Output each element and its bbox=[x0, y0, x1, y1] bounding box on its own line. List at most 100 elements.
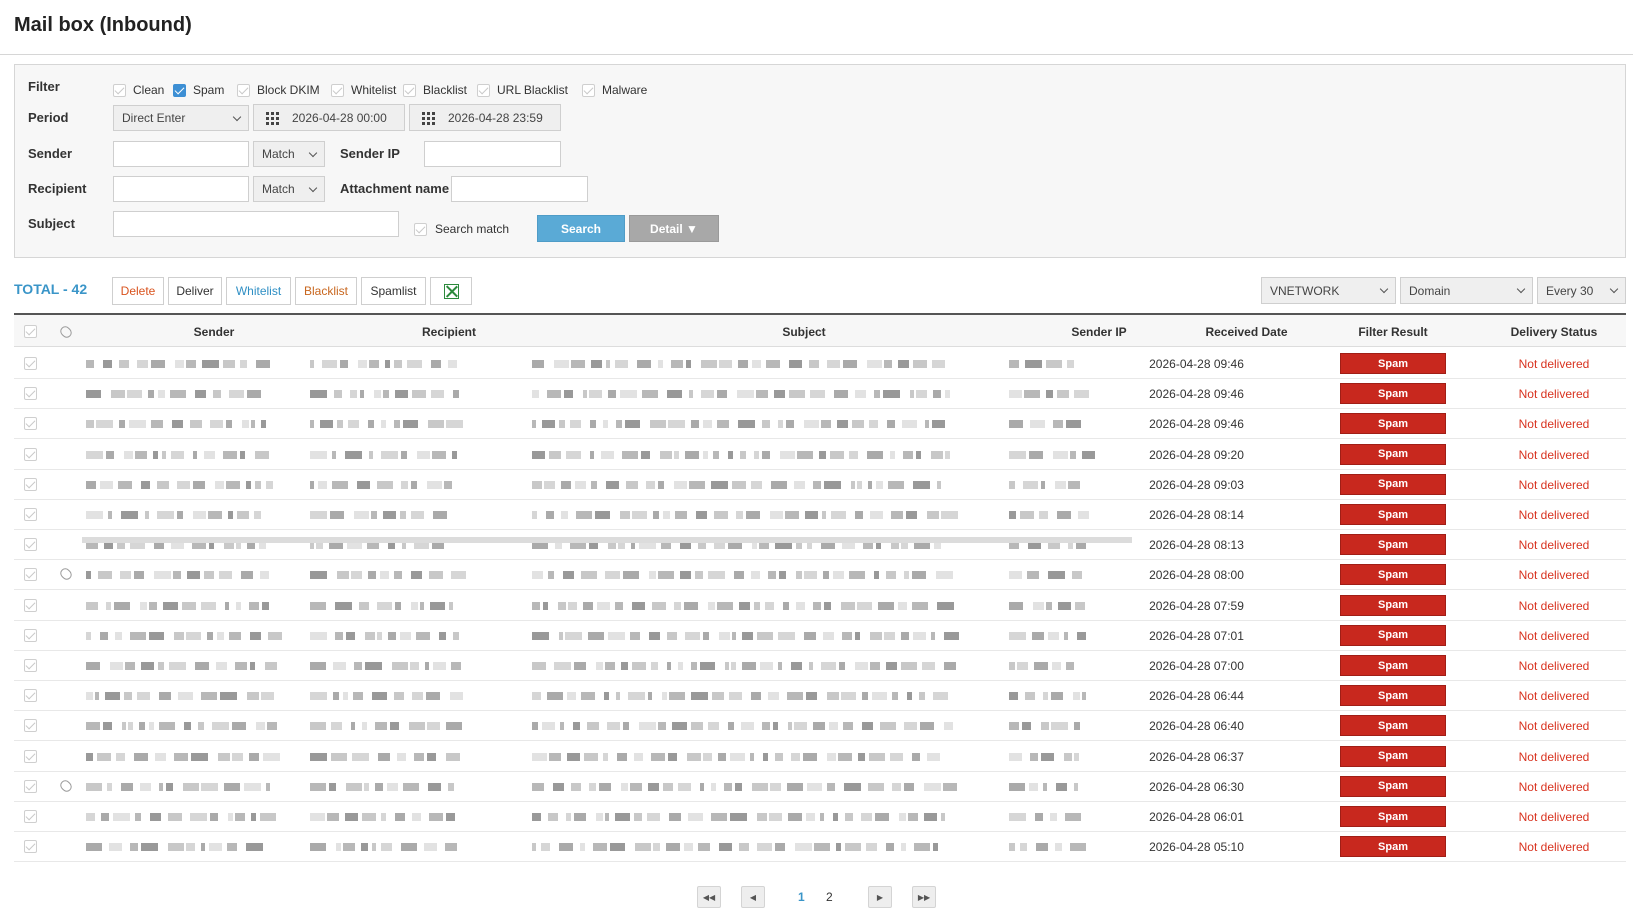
row-checkbox[interactable] bbox=[24, 598, 37, 612]
filter-result-badge: Spam bbox=[1340, 715, 1446, 737]
row-checkbox[interactable] bbox=[24, 357, 37, 370]
received-date: 2026-04-28 09:46 bbox=[1149, 417, 1244, 432]
filter-option[interactable]: Block DKIM bbox=[237, 83, 320, 97]
filter-option[interactable]: Clean bbox=[113, 83, 164, 97]
redacted-content bbox=[532, 722, 953, 731]
table-row[interactable]: 2026-04-28 09:03 Spam Not delivered bbox=[14, 469, 1626, 500]
filter-option-checkbox[interactable] bbox=[403, 83, 416, 97]
row-checkbox[interactable] bbox=[24, 417, 37, 431]
column-subject[interactable]: Subject bbox=[569, 325, 1039, 339]
excel-icon bbox=[443, 283, 459, 299]
table-row[interactable]: 2026-04-28 09:20 Spam Not delivered bbox=[14, 439, 1626, 470]
row-checkbox[interactable] bbox=[24, 779, 37, 793]
row-checkbox[interactable] bbox=[24, 508, 37, 521]
filter-option[interactable]: Whitelist bbox=[331, 83, 396, 97]
redacted-content bbox=[1009, 631, 1089, 640]
filter-option[interactable]: Spam bbox=[173, 83, 224, 97]
row-checkbox[interactable] bbox=[24, 689, 37, 703]
detail-button[interactable]: Detail ▼ bbox=[629, 215, 719, 242]
filter-option[interactable]: Malware bbox=[582, 83, 647, 97]
table-row[interactable]: 2026-04-28 06:01 Spam Not delivered bbox=[14, 801, 1626, 832]
per-page-select[interactable]: Every 30 bbox=[1537, 277, 1626, 304]
whitelist-button[interactable]: Whitelist bbox=[226, 277, 291, 305]
redacted-content bbox=[310, 722, 462, 731]
column-sender-ip[interactable]: Sender IP bbox=[1044, 325, 1154, 339]
select-all-checkbox[interactable] bbox=[24, 325, 37, 338]
search-match-checkbox[interactable] bbox=[414, 222, 427, 236]
row-checkbox[interactable] bbox=[24, 749, 37, 763]
search-match-option[interactable]: Search match bbox=[414, 222, 509, 236]
first-page-button[interactable]: ◀◀ bbox=[697, 886, 721, 908]
column-filter-result[interactable]: Filter Result bbox=[1340, 325, 1446, 339]
filter-option-checkbox[interactable] bbox=[237, 83, 250, 97]
export-excel-button[interactable] bbox=[430, 277, 472, 305]
row-checkbox[interactable] bbox=[24, 387, 37, 401]
table-row[interactable]: 2026-04-28 08:14 Spam Not delivered bbox=[14, 499, 1626, 530]
blacklist-button[interactable]: Blacklist bbox=[295, 277, 357, 305]
spamlist-button[interactable]: Spamlist bbox=[361, 277, 426, 305]
deliver-button[interactable]: Deliver bbox=[168, 277, 222, 305]
prev-page-button[interactable]: ◀ bbox=[741, 886, 765, 908]
row-checkbox[interactable] bbox=[24, 477, 37, 491]
table-row[interactable]: 2026-04-28 06:40 Spam Not delivered bbox=[14, 710, 1626, 742]
row-checkbox[interactable] bbox=[24, 538, 37, 552]
filter-option[interactable]: URL Blacklist bbox=[477, 83, 568, 97]
redacted-content bbox=[1009, 360, 1089, 368]
table-row[interactable]: 2026-04-28 05:10 Spam Not delivered bbox=[14, 831, 1626, 863]
delivery-status: Not delivered bbox=[1518, 810, 1590, 824]
row-checkbox[interactable] bbox=[24, 628, 37, 642]
table-row[interactable]: 2026-04-28 08:00 Spam Not delivered bbox=[14, 559, 1626, 591]
page-number-1[interactable]: 1 bbox=[798, 890, 805, 904]
redacted-content bbox=[310, 480, 460, 489]
domain-select[interactable]: Domain bbox=[1400, 277, 1533, 304]
row-checkbox[interactable] bbox=[24, 659, 37, 672]
column-recipient[interactable]: Recipient bbox=[334, 325, 564, 339]
next-page-button[interactable]: ▶ bbox=[868, 886, 892, 908]
row-checkbox[interactable] bbox=[24, 719, 37, 733]
redacted-content bbox=[1009, 722, 1089, 731]
table-row[interactable]: 2026-04-28 09:46 Spam Not delivered bbox=[14, 348, 1626, 379]
last-page-button[interactable]: ▶▶ bbox=[912, 886, 936, 908]
filter-option[interactable]: Blacklist bbox=[403, 83, 467, 97]
table-row[interactable]: 2026-04-28 06:37 Spam Not delivered bbox=[14, 741, 1626, 772]
period-mode-select[interactable]: Direct Enter bbox=[113, 105, 249, 131]
filter-option-checkbox[interactable] bbox=[113, 83, 126, 97]
page-number-2[interactable]: 2 bbox=[826, 890, 833, 904]
organization-select[interactable]: VNETWORK bbox=[1261, 277, 1396, 304]
column-delivery-status[interactable]: Delivery Status bbox=[1484, 325, 1624, 339]
sender-ip-input[interactable] bbox=[424, 141, 561, 167]
filter-option-checkbox[interactable] bbox=[582, 83, 595, 97]
recipient-input[interactable] bbox=[113, 176, 249, 202]
redacted-content bbox=[1009, 571, 1089, 580]
filter-option-checkbox[interactable] bbox=[477, 83, 490, 97]
table-row[interactable]: 2026-04-28 06:44 Spam Not delivered bbox=[14, 680, 1626, 712]
column-received-date[interactable]: Received Date bbox=[1174, 325, 1319, 339]
subject-input[interactable] bbox=[113, 211, 399, 237]
period-label: Period bbox=[28, 110, 69, 125]
recipient-match-select[interactable]: Match bbox=[253, 176, 325, 202]
attachment-name-input[interactable] bbox=[451, 176, 588, 202]
delivery-status: Not delivered bbox=[1518, 417, 1590, 432]
delete-button[interactable]: Delete bbox=[112, 277, 164, 305]
period-end-input[interactable]: 2026-04-28 23:59 bbox=[409, 104, 561, 131]
table-row[interactable]: 2026-04-28 07:59 Spam Not delivered bbox=[14, 590, 1626, 621]
redacted-content bbox=[532, 571, 953, 580]
column-sender[interactable]: Sender bbox=[104, 325, 324, 339]
filter-option-checkbox[interactable] bbox=[331, 83, 344, 97]
row-checkbox[interactable] bbox=[24, 568, 37, 582]
period-start-input[interactable]: 2026-04-28 00:00 bbox=[253, 104, 405, 131]
table-row[interactable]: 2026-04-28 07:00 Spam Not delivered bbox=[14, 650, 1626, 681]
table-row[interactable]: 2026-04-28 09:46 Spam Not delivered bbox=[14, 408, 1626, 440]
delivery-status: Not delivered bbox=[1518, 749, 1590, 764]
row-checkbox[interactable] bbox=[24, 447, 37, 461]
sender-match-select[interactable]: Match bbox=[253, 141, 325, 167]
row-checkbox[interactable] bbox=[24, 840, 37, 854]
sender-input[interactable] bbox=[113, 141, 249, 167]
filter-option-checkbox[interactable] bbox=[173, 83, 186, 97]
table-row[interactable]: 2026-04-28 07:01 Spam Not delivered bbox=[14, 620, 1626, 651]
table-row[interactable]: 2026-04-28 09:46 Spam Not delivered bbox=[14, 378, 1626, 410]
table-row[interactable]: 2026-04-28 08:13 Spam Not delivered bbox=[14, 529, 1626, 561]
table-row[interactable]: 2026-04-28 06:30 Spam Not delivered bbox=[14, 771, 1626, 802]
search-button[interactable]: Search bbox=[537, 215, 625, 242]
row-checkbox[interactable] bbox=[24, 810, 37, 823]
